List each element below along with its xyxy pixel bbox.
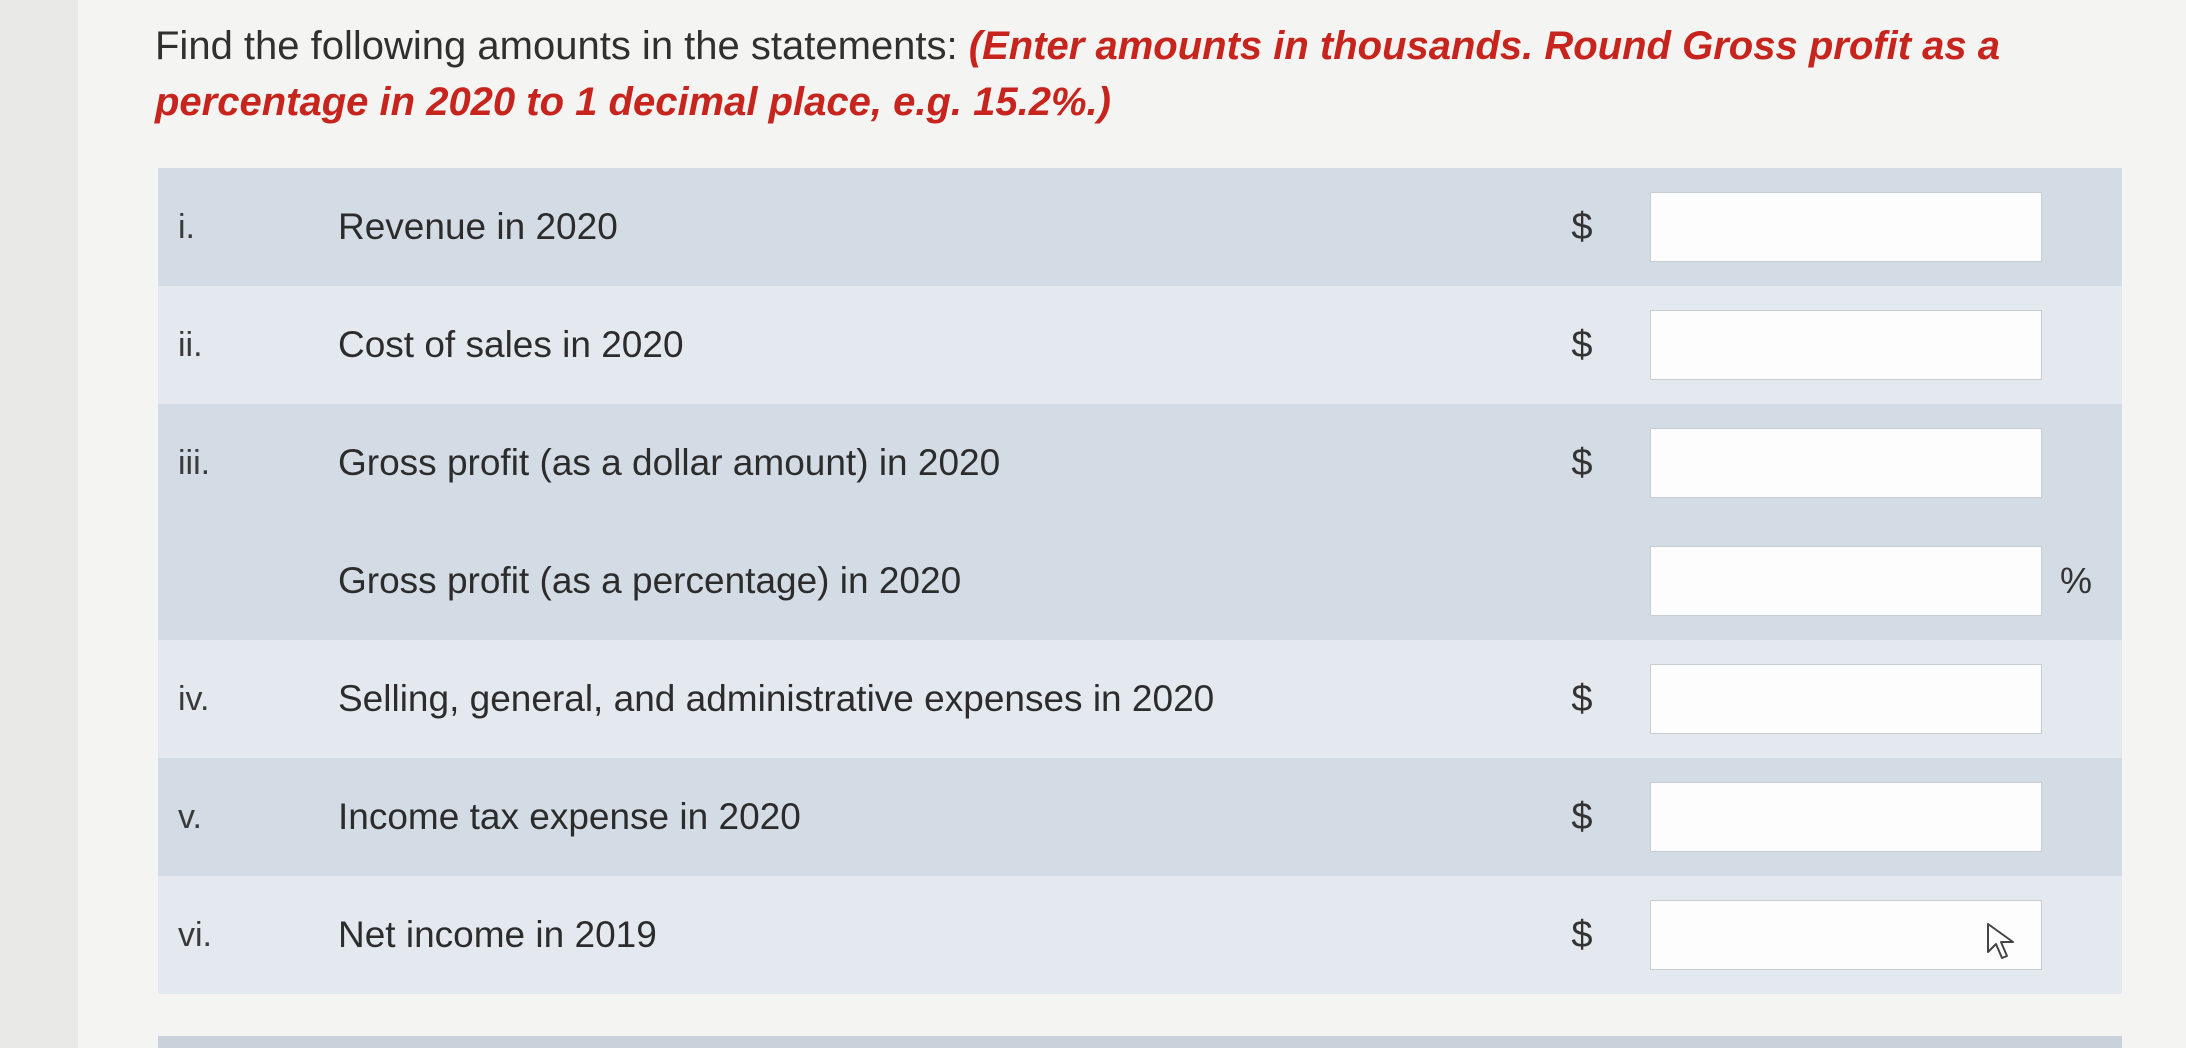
mouse-pointer-icon <box>1986 922 2020 967</box>
row-label: Selling, general, and administrative exp… <box>338 678 1215 719</box>
dollar-sign: $ <box>1571 441 1593 484</box>
answer-row-net-income: vi. Net income in 2019 $ <box>158 876 2122 994</box>
answer-row-gross-profit-dollar: iii. Gross profit (as a dollar amount) i… <box>158 404 2122 522</box>
dollar-sign: $ <box>1571 205 1593 248</box>
row-numeral: vi. <box>178 915 212 954</box>
row-label: Gross profit (as a dollar amount) in 202… <box>338 442 1001 483</box>
row-numeral: v. <box>178 797 202 836</box>
answer-row-gross-profit-percent: Gross profit (as a percentage) in 2020 % <box>158 522 2122 640</box>
answer-row-income-tax: v. Income tax expense in 2020 $ <box>158 758 2122 876</box>
row-label: Net income in 2019 <box>338 914 657 955</box>
answer-row-sga: iv. Selling, general, and administrative… <box>158 640 2122 758</box>
row-numeral: iii. <box>178 443 211 482</box>
table-bottom-strip <box>158 1036 2122 1048</box>
row-numeral: ii. <box>178 325 203 364</box>
row-label: Revenue in 2020 <box>338 206 618 247</box>
income-tax-input[interactable] <box>1650 782 2042 852</box>
answer-row-cost-of-sales: ii. Cost of sales in 2020 $ <box>158 286 2122 404</box>
sga-input[interactable] <box>1650 664 2042 734</box>
revenue-input[interactable] <box>1650 192 2042 262</box>
row-numeral: i. <box>178 207 195 246</box>
row-label: Gross profit (as a percentage) in 2020 <box>338 560 962 601</box>
dollar-sign: $ <box>1571 913 1593 956</box>
instructions: Find the following amounts in the statem… <box>155 18 2165 130</box>
dollar-sign: $ <box>1571 323 1593 366</box>
row-label: Income tax expense in 2020 <box>338 796 801 837</box>
dollar-sign: $ <box>1571 795 1593 838</box>
cost-of-sales-input[interactable] <box>1650 310 2042 380</box>
row-label: Cost of sales in 2020 <box>338 324 684 365</box>
percent-sign: % <box>2059 560 2092 601</box>
dollar-sign: $ <box>1571 677 1593 720</box>
answer-row-revenue: i. Revenue in 2020 $ <box>158 168 2122 286</box>
instructions-text: Find the following amounts in the statem… <box>155 24 969 68</box>
answer-table: i. Revenue in 2020 $ ii. Cost of sales i… <box>158 168 2122 994</box>
net-income-input[interactable] <box>1650 900 2042 970</box>
gross-profit-dollar-input[interactable] <box>1650 428 2042 498</box>
row-numeral: iv. <box>178 679 210 718</box>
gross-profit-percent-input[interactable] <box>1650 546 2042 616</box>
